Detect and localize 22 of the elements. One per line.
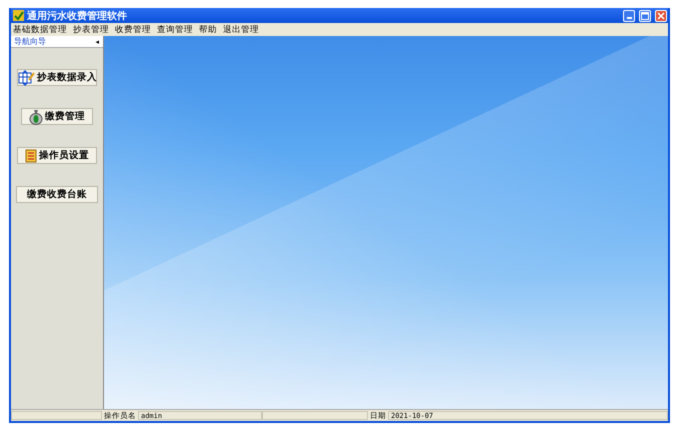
maximize-icon — [641, 12, 649, 20]
minimize-button[interactable] — [623, 10, 635, 22]
nav-button[interactable]: 缴费收费台账 — [16, 186, 98, 203]
close-icon — [657, 12, 665, 20]
minimize-icon — [626, 17, 632, 19]
nav-button[interactable]: 抄表数据录入 — [17, 69, 97, 86]
table-edit-icon — [17, 70, 35, 86]
menu-item[interactable]: 查询管理 — [157, 24, 193, 36]
close-button[interactable] — [655, 10, 667, 22]
navigation-title: 导航向导 — [14, 36, 46, 47]
money-bag-icon — [29, 108, 43, 124]
app-icon — [13, 10, 24, 21]
menu-item[interactable]: 收费管理 — [115, 24, 151, 36]
nav-button[interactable]: 操作员设置 — [17, 147, 97, 164]
menu-item[interactable]: 抄表管理 — [73, 24, 109, 36]
nav-button[interactable]: 缴费管理 — [21, 108, 93, 125]
menu-item[interactable]: 帮助 — [199, 24, 217, 36]
menu-item[interactable]: 退出管理 — [223, 24, 259, 36]
folder-checklist-icon — [25, 148, 37, 163]
maximize-button[interactable] — [639, 10, 651, 22]
menu-item[interactable]: 基础数据管理 — [13, 24, 67, 36]
window-title: 通用污水收费管理软件 — [27, 10, 128, 22]
